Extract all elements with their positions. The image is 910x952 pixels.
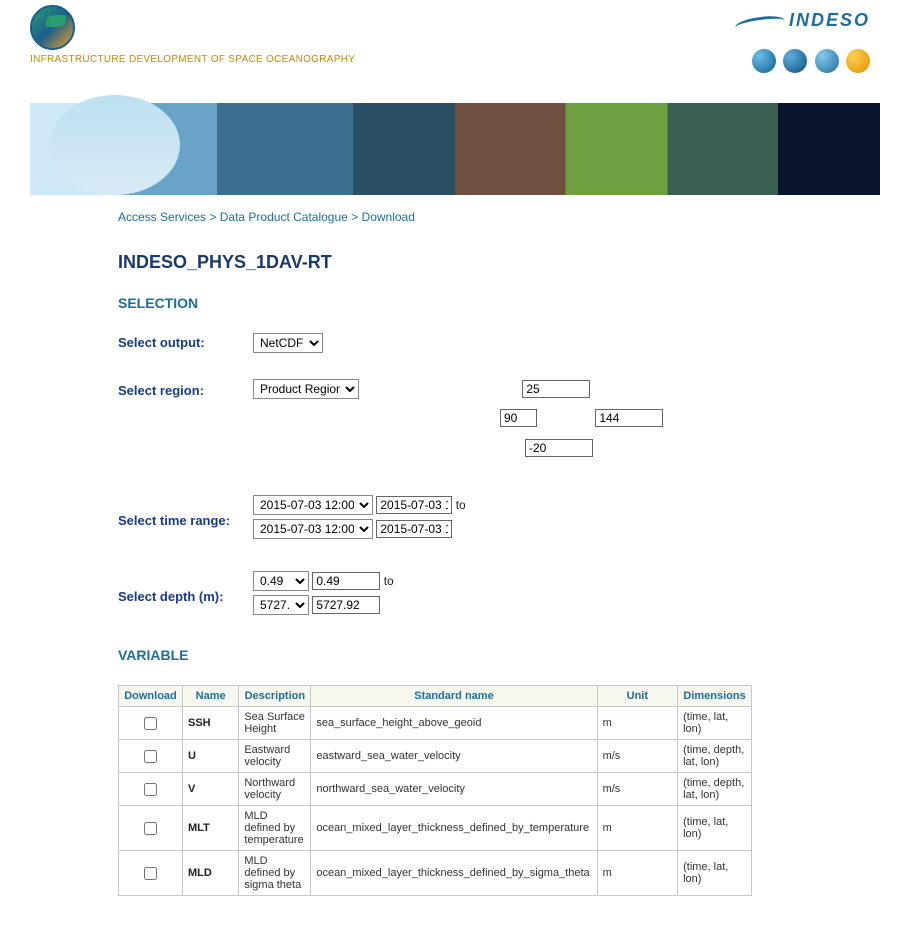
time-end-select[interactable]: 2015-07-03 12:00:00 <box>253 519 373 539</box>
header-icons <box>735 49 870 73</box>
indeso-logo: INDESO <box>735 10 870 31</box>
th-dim: Dimensions <box>678 686 752 707</box>
breadcrumb-download[interactable]: Download <box>362 210 415 224</box>
time-end-input[interactable] <box>376 520 452 538</box>
cell-std: ocean_mixed_layer_thickness_defined_by_s… <box>311 851 597 896</box>
download-checkbox[interactable] <box>144 867 157 880</box>
breadcrumb-access-services[interactable]: Access Services <box>118 210 206 224</box>
row-time: Select time range: 2015-07-03 12:00:00 t… <box>118 495 880 543</box>
theme-icon-4[interactable] <box>846 49 870 73</box>
cell-unit: m <box>597 851 678 896</box>
output-select[interactable]: NetCDF <box>253 333 323 353</box>
theme-icon-1[interactable] <box>752 49 776 73</box>
cell-name: MLT <box>182 806 238 851</box>
row-region: Select region: Product Region <box>118 381 880 467</box>
swoosh-icon <box>734 14 785 35</box>
cell-name: MLD <box>182 851 238 896</box>
table-row: UEastward velocityeastward_sea_water_vel… <box>119 740 752 773</box>
time-start-input[interactable] <box>376 496 452 514</box>
cell-dim: (time, lat, lon) <box>678 707 752 740</box>
table-row: SSHSea Surface Heightsea_surface_height_… <box>119 707 752 740</box>
label-output: Select output: <box>118 333 253 350</box>
depth-max-select[interactable]: 5727.92 <box>253 595 309 615</box>
cell-unit: m <box>597 707 678 740</box>
tagline-gold: OF SPACE OCEANOGRAPHY <box>211 54 355 65</box>
th-download: Download <box>119 686 183 707</box>
cell-name: SSH <box>182 707 238 740</box>
depth-min-select[interactable]: 0.49 <box>253 571 309 591</box>
download-checkbox[interactable] <box>144 822 157 835</box>
download-checkbox[interactable] <box>144 717 157 730</box>
cell-desc: Sea Surface Height <box>239 707 311 740</box>
header-right: INDESO <box>735 10 870 73</box>
th-name: Name <box>182 686 238 707</box>
breadcrumb-data-catalogue[interactable]: Data Product Catalogue <box>220 210 348 224</box>
table-row: MLDMLD defined by sigma thetaocean_mixed… <box>119 851 752 896</box>
cell-unit: m/s <box>597 740 678 773</box>
time-to-label: to <box>456 498 466 512</box>
section-selection: SELECTION <box>118 295 880 311</box>
logo-left: INFRASTRUCTURE DEVELOPMENT OF SPACE OCEA… <box>30 5 355 65</box>
depth-max-input[interactable] <box>312 596 380 614</box>
section-variable: VARIABLE <box>118 647 880 663</box>
region-south-input[interactable] <box>525 439 593 457</box>
cell-dim: (time, depth, lat, lon) <box>678 773 752 806</box>
label-region: Select region: <box>118 381 253 398</box>
cell-name: U <box>182 740 238 773</box>
tagline-blue: INFRASTRUCTURE DEVELOPMENT <box>30 54 208 65</box>
theme-icon-3[interactable] <box>815 49 839 73</box>
page-header: INFRASTRUCTURE DEVELOPMENT OF SPACE OCEA… <box>0 0 910 95</box>
cell-std: eastward_sea_water_velocity <box>311 740 597 773</box>
row-output: Select output: NetCDF <box>118 333 880 353</box>
th-std: Standard name <box>311 686 597 707</box>
cell-std: ocean_mixed_layer_thickness_defined_by_t… <box>311 806 597 851</box>
region-north-input[interactable] <box>522 380 590 398</box>
breadcrumb: Access Services > Data Product Catalogue… <box>118 210 880 224</box>
cell-name: V <box>182 773 238 806</box>
cell-dim: (time, lat, lon) <box>678 806 752 851</box>
page-title: INDESO_PHYS_1DAV-RT <box>118 252 880 273</box>
cell-desc: MLD defined by sigma theta <box>239 851 311 896</box>
cell-desc: MLD defined by temperature <box>239 806 311 851</box>
ministry-logo-icon <box>30 5 75 50</box>
tagline: INFRASTRUCTURE DEVELOPMENT OF SPACE OCEA… <box>30 54 355 65</box>
cell-unit: m <box>597 806 678 851</box>
cell-unit: m/s <box>597 773 678 806</box>
cell-std: sea_surface_height_above_geoid <box>311 707 597 740</box>
table-row: MLTMLD defined by temperatureocean_mixed… <box>119 806 752 851</box>
cell-dim: (time, lat, lon) <box>678 851 752 896</box>
cell-dim: (time, depth, lat, lon) <box>678 740 752 773</box>
region-west-input[interactable] <box>500 409 537 427</box>
th-desc: Description <box>239 686 311 707</box>
time-start-select[interactable]: 2015-07-03 12:00:00 <box>253 495 373 515</box>
table-row: VNorthward velocitynorthward_sea_water_v… <box>119 773 752 806</box>
cell-std: northward_sea_water_velocity <box>311 773 597 806</box>
th-unit: Unit <box>597 686 678 707</box>
cell-desc: Eastward velocity <box>239 740 311 773</box>
theme-icon-2[interactable] <box>783 49 807 73</box>
download-checkbox[interactable] <box>144 783 157 796</box>
hero-banner <box>30 103 880 195</box>
label-time: Select time range: <box>118 511 253 528</box>
variable-table: Download Name Description Standard name … <box>118 685 752 896</box>
region-select[interactable]: Product Region <box>253 379 359 399</box>
depth-min-input[interactable] <box>312 572 380 590</box>
row-depth: Select depth (m): 0.49 to 5727.92 <box>118 571 880 619</box>
region-east-input[interactable] <box>595 409 663 427</box>
cell-desc: Northward velocity <box>239 773 311 806</box>
depth-to-label: to <box>384 574 394 588</box>
download-checkbox[interactable] <box>144 750 157 763</box>
label-depth: Select depth (m): <box>118 587 253 604</box>
